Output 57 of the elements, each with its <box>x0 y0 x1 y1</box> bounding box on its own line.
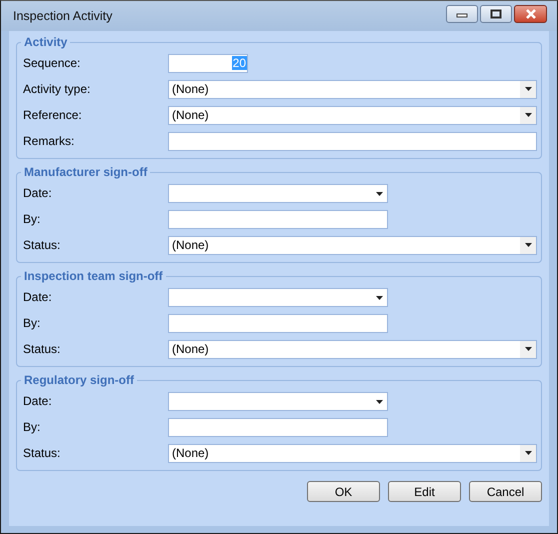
caret-icon <box>524 87 532 91</box>
field-label: Status: <box>23 342 62 356</box>
field-label: Date: <box>23 290 53 304</box>
field-label: Sequence: <box>23 56 82 70</box>
field-label: Remarks: <box>23 134 76 148</box>
field-value: (None) <box>171 108 210 122</box>
dropdown-field[interactable]: (None) <box>168 340 537 358</box>
date-field[interactable] <box>168 392 388 410</box>
dropdown-field[interactable]: (None) <box>168 236 537 254</box>
input-field[interactable] <box>168 314 388 332</box>
caret-icon <box>524 243 532 247</box>
caret-icon <box>376 400 383 404</box>
dropdown-field[interactable]: (None) <box>168 444 537 462</box>
field-label: Reference: <box>23 108 83 122</box>
dialog-button[interactable]: Edit <box>388 481 461 502</box>
dropdown-arrow-button[interactable] <box>520 236 536 254</box>
field-label: Date: <box>23 186 53 200</box>
dropdown-field[interactable]: (None) <box>168 106 537 124</box>
dialog-button[interactable]: OK <box>307 481 380 502</box>
caret-icon <box>376 296 383 300</box>
window-title: Inspection Activity <box>13 9 112 23</box>
dropdown-arrow-button[interactable] <box>520 80 536 98</box>
group-title: Manufacturer sign-off <box>23 165 148 179</box>
dropdown-arrow-button[interactable] <box>520 444 536 462</box>
field-value: (None) <box>171 342 210 356</box>
field-label: By: <box>23 316 42 330</box>
dialog-button[interactable]: Cancel <box>469 481 542 502</box>
field-label: Activity type: <box>23 82 92 96</box>
caret-icon <box>524 113 532 117</box>
field-label: Status: <box>23 446 62 460</box>
dropdown-arrow-button[interactable] <box>520 106 536 124</box>
close-button[interactable] <box>514 5 547 23</box>
caret-icon <box>376 192 383 196</box>
caret-icon <box>524 347 532 351</box>
field-label: By: <box>23 212 42 226</box>
maximize-button[interactable] <box>480 5 512 23</box>
field-value: (None) <box>171 446 210 460</box>
restore-icon <box>490 9 502 19</box>
dropdown-field[interactable]: (None) <box>168 80 537 98</box>
date-field[interactable] <box>168 288 388 306</box>
field-value: (None) <box>171 82 210 96</box>
date-field[interactable] <box>168 184 388 202</box>
group-title: Activity <box>23 35 68 49</box>
group-title: Inspection team sign-off <box>23 269 164 283</box>
dropdown-arrow-button[interactable] <box>520 340 536 358</box>
caret-icon <box>524 451 532 455</box>
close-icon <box>524 9 538 19</box>
field-value: 20 <box>232 56 247 70</box>
field-value: (None) <box>171 238 210 252</box>
input-field[interactable] <box>168 418 388 436</box>
minimize-button[interactable] <box>446 5 478 23</box>
input-field[interactable] <box>168 132 537 150</box>
input-field[interactable] <box>168 210 388 228</box>
field-label: Status: <box>23 238 62 252</box>
field-label: Date: <box>23 394 53 408</box>
group-title: Regulatory sign-off <box>23 373 135 387</box>
field-label: By: <box>23 420 42 434</box>
